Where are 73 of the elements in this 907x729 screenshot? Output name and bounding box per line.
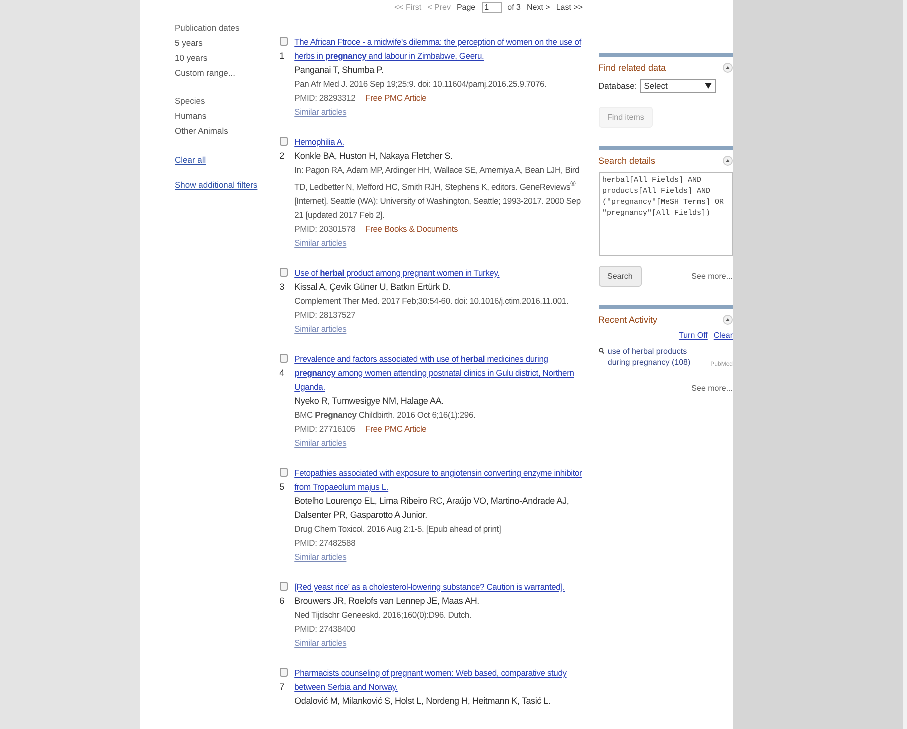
result-checkbox[interactable] <box>280 468 288 477</box>
page-number-field[interactable]: 1 <box>482 2 502 12</box>
search-button[interactable]: Search <box>598 266 642 287</box>
result-number: 1 <box>280 50 284 63</box>
dropdown-arrow-icon <box>705 83 712 89</box>
pmid-text: PMID: 20301578 <box>294 222 356 236</box>
result-title-link[interactable]: Pharmacists counseling of pregnant women: Web based, comparative study between Serbia and Norway. <box>294 666 588 694</box>
collapse-icon[interactable] <box>723 315 734 325</box>
filter-group-title: Publication dates <box>175 22 241 35</box>
last-page-link[interactable]: Last >> <box>556 2 583 12</box>
result-authors: Brouwers JR, Roelofs van Lennep JE, Maas AH. <box>294 594 480 608</box>
search-icon <box>598 346 604 356</box>
result-checkbox[interactable] <box>280 137 288 146</box>
result-authors: Kissal A, Çevik Güner U, Batkın Ertürk D. <box>294 280 452 294</box>
result-number: 7 <box>280 680 284 694</box>
result-checkbox[interactable] <box>280 668 288 677</box>
filter-option[interactable]: Custom range... <box>175 66 280 81</box>
result-citation: Complement Ther Med. 2017 Feb;30:54-60. doi: 10.1016/j.ctim.2016.11.001. <box>294 294 570 308</box>
result-citation: Pan Afr Med J. 2016 Sep 19;25:9. doi: 10.11604/pamj.2016.25.9.7076. <box>294 78 548 91</box>
page-label: Page <box>456 2 476 12</box>
panel-title: Find related data <box>598 63 666 73</box>
result-title-link[interactable]: The African Ftroce - a midwife's dilemma: the perception of women on the use of herbs in pregnancy and labour in Zimbabwe, Geeru. <box>294 35 588 63</box>
result-checkbox[interactable] <box>280 582 288 591</box>
result-authors: Nyeko R, Tumwesigye NM, Halage AA. <box>294 394 445 408</box>
see-more-link[interactable]: See more... <box>692 384 734 393</box>
panel-title: Search details <box>598 156 656 166</box>
page-count: of 3 <box>508 2 521 12</box>
result-number: 4 <box>280 366 284 380</box>
see-more-link[interactable]: See more... <box>692 272 734 281</box>
access-tag[interactable]: Free Books & Documents <box>366 222 458 236</box>
pmid-text: PMID: 28293312 <box>294 92 356 105</box>
next-page-link[interactable]: Next > <box>526 2 550 12</box>
clear-link[interactable]: Clear <box>714 331 734 340</box>
result-title-link[interactable]: Use of herbal product among pregnant women in Turkey. <box>294 266 588 280</box>
result-citation: In: Pagon RA, Adam MP, Ardinger HH, Wallace SE, Amemiya A, Bean LJH, Bird TD, Ledbetter N, Mefford HC, Smith RJH, Stephens K, editors. GeneReviews$^{®}$ [Internet]. Seattle (WA): University of Washington, Seattle; 1993-2017. 2000 Sep 21 [updated 2017 Feb 2]. <box>294 164 582 222</box>
result-authors: Botelho Lourenço EL, Lima Ribeiro RC, Araújo VO, Martino-Andrade AJ, Dalsenter PR, Gasparotto A Junior. <box>294 494 570 522</box>
pmid-text: PMID: 27716105 <box>294 422 356 436</box>
recent-search-link[interactable]: use of herbal products during pregnancy (108) <box>608 346 707 368</box>
result-number: 6 <box>280 594 284 608</box>
show-additional-filters-link[interactable]: Show additional filters <box>175 178 280 193</box>
filter-option[interactable]: Humans <box>175 109 280 124</box>
result-checkbox[interactable] <box>280 268 288 277</box>
pmid-text: PMID: 27438400 <box>294 622 356 636</box>
result-authors: Panganai T, Shumba P. <box>294 64 385 77</box>
result-authors: Konkle BA, Huston H, Nakaya Fletcher S. <box>294 150 454 163</box>
result-title-link[interactable]: Fetopathies associated with exposure to angiotensin converting enzyme inhibitor from Tropaeolum majus L. <box>294 466 588 494</box>
filter-option[interactable]: 10 years <box>175 51 280 66</box>
result-number: 2 <box>280 150 284 163</box>
access-tag[interactable]: Free PMC Article <box>366 91 427 105</box>
collapse-icon[interactable] <box>723 63 734 73</box>
result-citation: Ned Tijdschr Geneeskd. 2016;160(0):D96. Dutch. <box>294 608 473 622</box>
panel-title: Recent Activity <box>598 315 658 325</box>
result-checkbox[interactable] <box>280 354 288 363</box>
collapse-icon[interactable] <box>723 156 734 166</box>
result-number: 5 <box>280 480 284 494</box>
database-select[interactable]: Select <box>640 79 716 93</box>
result-citation: Drug Chem Toxicol. 2016 Aug 2:1-5. [Epub ahead of print] <box>294 522 502 536</box>
result-title-link[interactable]: Hemophilia A. <box>294 135 588 149</box>
pmid-text: PMID: 28137527 <box>294 308 356 322</box>
result-title-link[interactable]: [Red yeast rice' as a cholesterol-lowering substance? Caution is warranted]. <box>294 580 588 594</box>
database-label: Database: <box>598 81 638 91</box>
filter-group-title: Species <box>175 95 206 108</box>
result-citation: BMC Pregnancy Childbirth. 2016 Oct 6;16(1):296. <box>294 408 477 422</box>
access-tag[interactable]: Free PMC Article <box>366 422 427 436</box>
result-authors: Odalović M, Milanković S, Holst L, Nordeng H, Heitmann K, Tasić L. <box>294 694 552 708</box>
clear-all-link[interactable]: Clear all <box>175 153 280 168</box>
filter-option[interactable]: Other Animals <box>175 124 280 139</box>
result-checkbox[interactable] <box>280 37 288 46</box>
pmid-text: PMID: 27482588 <box>294 536 356 550</box>
result-title-link[interactable]: Prevalence and factors associated with use of herbal medicines during pregnancy among women attending postnatal clinics in Gulu district, Northern Uganda. <box>294 352 588 394</box>
turn-off-link[interactable]: Turn Off <box>678 331 708 340</box>
result-number: 3 <box>280 280 284 294</box>
filter-option[interactable]: 5 years <box>175 36 280 51</box>
